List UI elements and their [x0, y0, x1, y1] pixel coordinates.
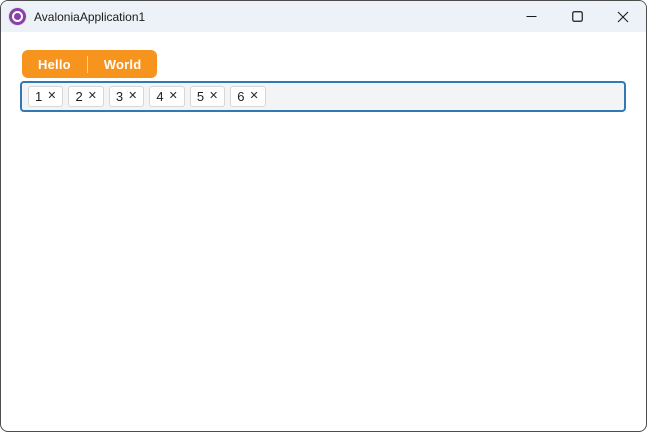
maximize-button[interactable] [554, 1, 600, 32]
chip-close-icon[interactable]: ✕ [88, 91, 97, 102]
title-bar[interactable]: AvaloniaApplication1 [1, 1, 646, 32]
chip-label: 4 [156, 89, 164, 104]
chip-close-icon[interactable]: ✕ [209, 91, 218, 102]
close-button[interactable] [600, 1, 646, 32]
chip-3[interactable]: 3 ✕ [108, 86, 145, 107]
tab-world[interactable]: World [88, 50, 158, 78]
chip-6[interactable]: 6 ✕ [230, 86, 266, 107]
client-area: Hello World 1 ✕ 2 ✕ 3 ✕ 4 ✕ 5 ✕ 6 ✕ [1, 32, 646, 112]
chip-1[interactable]: 1 ✕ [28, 86, 64, 107]
chip-5[interactable]: 5 ✕ [189, 86, 226, 107]
chip-label: 6 [237, 89, 245, 104]
chip-close-icon[interactable]: ✕ [250, 91, 259, 102]
tab-strip: Hello World [22, 50, 158, 78]
avalonia-logo-icon [9, 8, 26, 25]
maximize-icon [571, 11, 583, 22]
minimize-icon [526, 15, 536, 18]
tab-hello[interactable]: Hello [22, 50, 87, 78]
chip-close-icon[interactable]: ✕ [169, 91, 178, 102]
window-title: AvaloniaApplication1 [34, 9, 146, 24]
chip-label: 3 [115, 89, 124, 104]
chip-4[interactable]: 4 ✕ [149, 86, 185, 107]
chip-label: 2 [75, 89, 83, 104]
close-icon [617, 11, 629, 22]
chip-2[interactable]: 2 ✕ [68, 86, 104, 107]
chip-label: 1 [35, 89, 43, 104]
chip-close-icon[interactable]: ✕ [128, 91, 137, 102]
minimize-button[interactable] [508, 1, 554, 32]
app-window: AvaloniaApplication1 Hello World 1 ✕ 2 ✕ 3 ✕ 4 ✕… [0, 0, 647, 432]
chips-input-container[interactable]: 1 ✕ 2 ✕ 3 ✕ 4 ✕ 5 ✕ 6 ✕ [20, 81, 626, 112]
chip-label: 5 [196, 89, 205, 104]
chip-close-icon[interactable]: ✕ [47, 91, 56, 102]
